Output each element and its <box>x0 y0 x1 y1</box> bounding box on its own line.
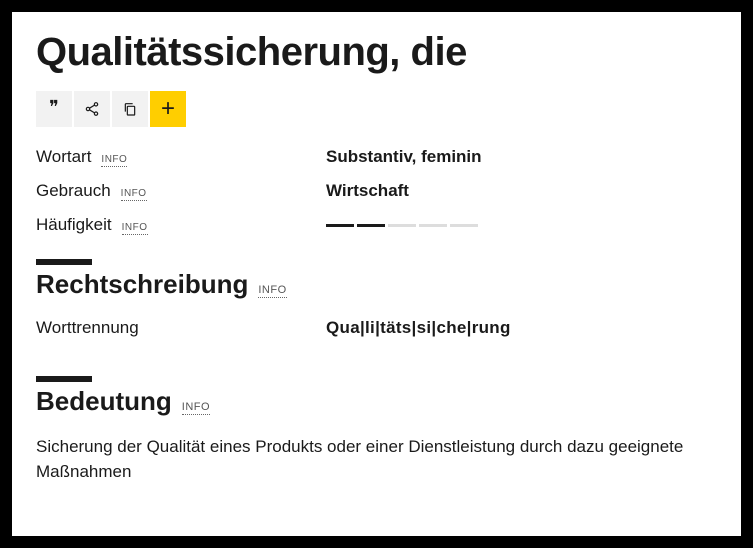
property-label: Worttrennung <box>36 318 139 338</box>
section-rule <box>36 376 92 382</box>
section-title-rechtschreibung: Rechtschreibung INFO <box>36 269 717 300</box>
quote-icon: ❞ <box>49 98 59 116</box>
copy-icon <box>122 101 138 117</box>
copy-button[interactable] <box>112 91 148 127</box>
definition-text: Sicherung der Qualität eines Produkts od… <box>36 435 717 484</box>
info-link[interactable]: INFO <box>122 222 148 235</box>
frequency-bar <box>326 224 354 227</box>
properties-block: Wortart INFO Substantiv, feminin Gebrauc… <box>36 147 717 235</box>
info-link[interactable]: INFO <box>182 401 210 415</box>
entry-toolbar: ❞ + <box>36 91 717 127</box>
syllabification: Qua|li|täts|si|che|rung <box>326 318 511 338</box>
section-title-text: Bedeutung <box>36 386 172 417</box>
property-row-gebrauch: Gebrauch INFO Wirtschaft <box>36 181 717 201</box>
share-icon <box>84 101 100 117</box>
frequency-bar <box>357 224 385 227</box>
property-row-wortart: Wortart INFO Substantiv, feminin <box>36 147 717 167</box>
property-value: Substantiv, feminin <box>326 147 482 167</box>
section-title-text: Rechtschreibung <box>36 269 248 300</box>
property-label: Wortart <box>36 147 91 167</box>
share-button[interactable] <box>74 91 110 127</box>
info-link[interactable]: INFO <box>121 188 147 201</box>
add-button[interactable]: + <box>150 91 186 127</box>
frequency-bar <box>419 224 447 227</box>
quote-button[interactable]: ❞ <box>36 91 72 127</box>
headword-title: Qualitätssicherung, die <box>36 30 717 75</box>
property-label: Gebrauch <box>36 181 111 201</box>
plus-icon: + <box>161 97 175 121</box>
info-link[interactable]: INFO <box>101 154 127 167</box>
property-label: Häufigkeit <box>36 215 112 235</box>
property-row-worttrennung: Worttrennung Qua|li|täts|si|che|rung <box>36 318 717 338</box>
frequency-meter <box>326 224 478 227</box>
property-row-haeufigkeit: Häufigkeit INFO <box>36 215 717 235</box>
frequency-bar <box>450 224 478 227</box>
section-rechtschreibung: Rechtschreibung INFO Worttrennung Qua|li… <box>36 259 717 338</box>
section-rule <box>36 259 92 265</box>
dictionary-entry: Qualitätssicherung, die ❞ + Wortart INFO <box>12 12 741 536</box>
section-bedeutung: Bedeutung INFO Sicherung der Qualität ei… <box>36 376 717 484</box>
frequency-bar <box>388 224 416 227</box>
property-value: Wirtschaft <box>326 181 409 201</box>
info-link[interactable]: INFO <box>258 284 286 298</box>
section-title-bedeutung: Bedeutung INFO <box>36 386 717 417</box>
